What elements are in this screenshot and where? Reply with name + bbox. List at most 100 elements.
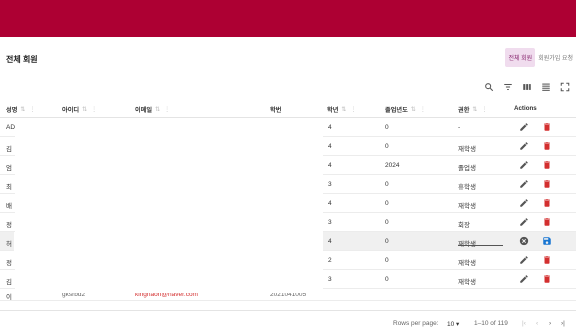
edit-icon[interactable] <box>519 255 529 265</box>
grad-year-cell: 0 <box>385 200 389 207</box>
column-label: 졸업년도 <box>385 107 408 114</box>
save-icon[interactable] <box>542 236 552 246</box>
edit-icon[interactable] <box>519 198 529 208</box>
name-cell: 정 <box>6 260 12 267</box>
sort-icon[interactable]: ⇅ <box>472 106 477 113</box>
grad-year-cell[interactable]: 0 <box>385 238 389 245</box>
delete-icon[interactable] <box>542 274 552 284</box>
column-header-grade[interactable]: 학년 ⇅ ⋮ <box>327 105 356 114</box>
grad-year-cell: 0 <box>385 219 389 226</box>
grade-cell: 4 <box>328 143 332 150</box>
cancel-icon[interactable] <box>519 236 529 246</box>
page-title: 전체 회원 <box>6 55 38 64</box>
column-header-grad-year[interactable]: 졸업년도 ⇅ ⋮ <box>385 105 426 114</box>
column-menu-icon[interactable]: ⋮ <box>29 106 35 113</box>
role-cell[interactable]: 재학생 <box>458 238 476 248</box>
sort-icon[interactable]: ⇅ <box>411 106 416 113</box>
top-banner <box>0 0 576 37</box>
role-cell: 재학생 <box>458 260 476 267</box>
last-page-icon[interactable]: ›| <box>561 320 565 327</box>
column-menu-icon[interactable]: ⋮ <box>164 106 170 113</box>
name-cell: 배 <box>6 203 12 210</box>
rows-per-page-label: Rows per page: <box>393 320 439 327</box>
name-cell: 김 <box>6 279 12 286</box>
column-header-email[interactable]: 이메일 ⇅ ⋮ <box>135 105 170 114</box>
column-label: 성명 <box>6 107 18 114</box>
name-cell: 김 <box>6 146 12 153</box>
column-label: 아이디 <box>62 107 80 114</box>
column-label: Actions <box>514 105 537 112</box>
delete-icon[interactable] <box>542 141 552 151</box>
column-header-role[interactable]: 권한 ⇅ ⋮ <box>458 105 487 114</box>
sort-icon[interactable]: ⇅ <box>341 106 346 113</box>
delete-icon[interactable] <box>542 217 552 227</box>
name-cell: 이 <box>6 294 12 301</box>
table-footer: Rows per page: 10 ▾ 1–10 of 119 |‹ ‹ › ›… <box>0 310 576 336</box>
role-cell: 졸업생 <box>458 165 476 172</box>
column-label: 학년 <box>327 107 339 114</box>
delete-icon[interactable] <box>542 122 552 132</box>
column-label: 학번 <box>270 107 282 114</box>
name-cell: 최 <box>6 184 12 191</box>
column-label: 권한 <box>458 107 470 114</box>
grade-cell[interactable]: 4 <box>328 238 332 245</box>
sort-icon[interactable]: ⇅ <box>20 106 25 113</box>
column-menu-icon[interactable]: ⋮ <box>91 106 97 113</box>
all-members-tab[interactable]: 전체 회원 <box>505 48 536 67</box>
name-cell: 정 <box>6 222 12 229</box>
table-header: 성명 ⇅ ⋮ 아이디 ⇅ ⋮ 이메일 ⇅ ⋮ 학번 학년 ⇅ ⋮ 졸업년도 ⇅ ⋮ 권한 ⇅ ⋮ Act… <box>0 100 576 118</box>
chevron-down-icon: ▾ <box>456 321 460 328</box>
column-menu-icon[interactable]: ⋮ <box>481 106 487 113</box>
role-select-underline <box>458 245 503 246</box>
edit-icon[interactable] <box>519 141 529 151</box>
column-header-student-id[interactable]: 학번 <box>270 105 281 114</box>
edit-icon[interactable] <box>519 160 529 170</box>
grad-year-cell: 0 <box>385 143 389 150</box>
grade-cell: 4 <box>328 162 332 169</box>
role-cell: 휴학생 <box>458 184 476 191</box>
column-header-actions: Actions <box>514 105 537 112</box>
next-page-icon[interactable]: › <box>549 320 551 327</box>
density-icon[interactable] <box>541 82 551 92</box>
grade-cell: 4 <box>328 200 332 207</box>
table-toolbar <box>484 82 570 92</box>
grad-year-cell: 0 <box>385 124 389 131</box>
view-toggle: 전체 회원 회원가입 요청 <box>505 48 576 67</box>
delete-icon[interactable] <box>542 160 552 170</box>
edit-icon[interactable] <box>519 179 529 189</box>
role-cell: 재학생 <box>458 146 476 153</box>
role-cell: 재학생 <box>458 203 476 210</box>
delete-icon[interactable] <box>542 255 552 265</box>
column-header-name[interactable]: 성명 ⇅ ⋮ <box>6 105 35 114</box>
edit-icon[interactable] <box>519 217 529 227</box>
grade-cell: 3 <box>328 181 332 188</box>
sort-icon[interactable]: ⇅ <box>155 106 160 113</box>
fullscreen-icon[interactable] <box>560 82 570 92</box>
columns-icon[interactable] <box>522 82 532 92</box>
name-cell: 엄 <box>6 165 12 172</box>
edit-icon[interactable] <box>519 274 529 284</box>
rows-per-page-value: 10 <box>447 321 455 328</box>
grade-cell: 2 <box>328 257 332 264</box>
column-header-id[interactable]: 아이디 ⇅ ⋮ <box>62 105 97 114</box>
name-cell: 허 <box>6 241 12 248</box>
grade-cell: 3 <box>328 219 332 226</box>
signup-requests-tab[interactable]: 회원가입 요청 <box>535 48 576 67</box>
column-label: 이메일 <box>135 107 153 114</box>
column-menu-icon[interactable]: ⋮ <box>350 106 356 113</box>
column-menu-icon[interactable]: ⋮ <box>420 106 426 113</box>
sort-icon[interactable]: ⇅ <box>82 106 87 113</box>
masked-region <box>15 118 323 293</box>
grad-year-cell: 0 <box>385 276 389 283</box>
rows-per-page-select[interactable]: 10 ▾ <box>447 320 459 328</box>
delete-icon[interactable] <box>542 179 552 189</box>
delete-icon[interactable] <box>542 198 552 208</box>
first-page-icon[interactable]: |‹ <box>522 320 526 327</box>
search-icon[interactable] <box>484 82 494 92</box>
role-cell: - <box>458 124 461 131</box>
previous-page-icon[interactable]: ‹ <box>536 320 538 327</box>
filter-icon[interactable] <box>503 82 513 92</box>
grad-year-cell: 0 <box>385 257 389 264</box>
grad-year-cell: 0 <box>385 181 389 188</box>
edit-icon[interactable] <box>519 122 529 132</box>
